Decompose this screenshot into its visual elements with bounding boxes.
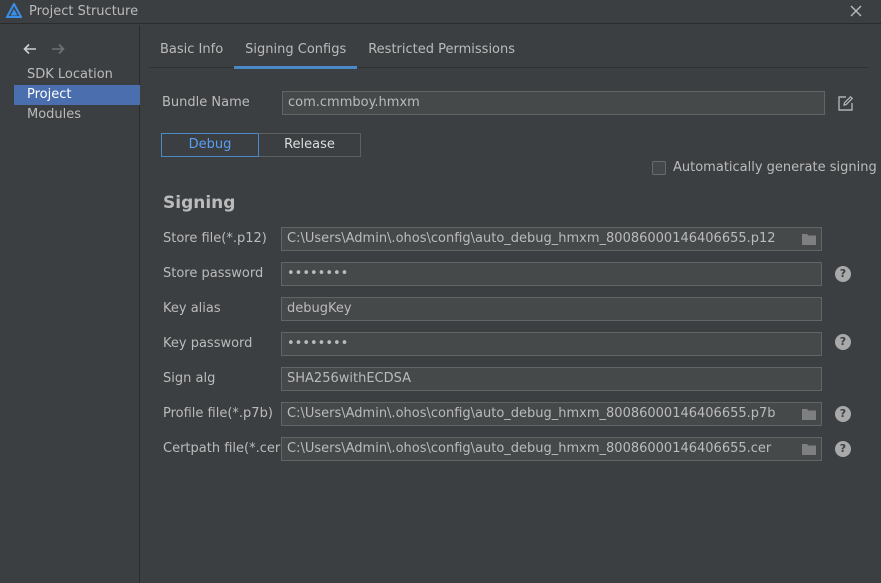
edit-icon[interactable] (837, 95, 854, 112)
sidebar-item-sdk-location[interactable]: SDK Location (14, 65, 140, 85)
store-file-field[interactable]: C:\Users\Admin\.ohos\config\auto_debug_h… (281, 227, 822, 251)
key-password-label: Key password (163, 336, 253, 351)
bundle-name-field[interactable]: com.cmmboy.hmxm (282, 91, 825, 115)
certpath-file-value: C:\Users\Admin\.ohos\config\auto_debug_h… (287, 441, 772, 456)
auto-generate-label: Automatically generate signing (673, 160, 877, 175)
certpath-file-field[interactable]: C:\Users\Admin\.ohos\config\auto_debug_h… (281, 437, 822, 461)
close-icon[interactable] (847, 2, 865, 20)
profile-file-value: C:\Users\Admin\.ohos\config\auto_debug_h… (287, 406, 776, 421)
bundle-name-label: Bundle Name (162, 95, 250, 110)
bundle-name-value: com.cmmboy.hmxm (288, 95, 420, 110)
main-content: Basic Info Signing Configs Restricted Pe… (141, 25, 881, 583)
tab-bar: Basic Info Signing Configs Restricted Pe… (149, 37, 869, 69)
store-password-help-icon[interactable]: ? (835, 266, 851, 282)
tab-basic-info[interactable]: Basic Info (149, 37, 234, 68)
auto-generate-checkbox[interactable] (652, 160, 666, 175)
back-arrow-icon[interactable] (22, 41, 38, 57)
forward-arrow-icon[interactable] (50, 41, 66, 57)
sidebar-list: SDK Location Project Modules (14, 65, 140, 125)
key-password-help-icon[interactable]: ? (835, 334, 851, 350)
folder-icon[interactable] (801, 442, 817, 456)
profile-file-field[interactable]: C:\Users\Admin\.ohos\config\auto_debug_h… (281, 402, 822, 426)
store-file-label: Store file(*.p12) (163, 231, 267, 246)
sidebar-item-project[interactable]: Project (14, 85, 140, 105)
tab-restricted-permissions[interactable]: Restricted Permissions (357, 37, 526, 68)
debug-button[interactable]: Debug (161, 133, 259, 157)
history-navigation (22, 41, 66, 57)
profile-file-label: Profile file(*.p7b) (163, 406, 273, 421)
store-password-label: Store password (163, 266, 264, 281)
folder-icon[interactable] (801, 407, 817, 421)
certpath-file-label: Certpath file(*.cer) (163, 441, 286, 456)
key-password-value: •••••••• (287, 336, 349, 351)
project-structure-dialog: Project Structure SDK Location Project M… (0, 0, 881, 583)
key-password-field[interactable]: •••••••• (281, 332, 822, 356)
auto-generate-signing[interactable]: Automatically generate signing (652, 160, 877, 175)
sign-alg-label: Sign alg (163, 371, 216, 386)
key-alias-label: Key alias (163, 301, 221, 316)
title-bar: Project Structure (0, 0, 881, 24)
sidebar-item-modules[interactable]: Modules (14, 105, 140, 125)
sidebar: SDK Location Project Modules (0, 25, 140, 583)
folder-icon[interactable] (801, 232, 817, 246)
tab-signing-configs[interactable]: Signing Configs (234, 37, 358, 69)
release-button[interactable]: Release (259, 133, 361, 157)
signing-section-title: Signing (163, 193, 236, 213)
profile-file-help-icon[interactable]: ? (835, 406, 851, 422)
sign-alg-value: SHA256withECDSA (287, 371, 412, 386)
sign-alg-field[interactable]: SHA256withECDSA (281, 367, 822, 391)
store-password-value: •••••••• (287, 266, 349, 281)
window-title: Project Structure (29, 4, 139, 19)
store-password-field[interactable]: •••••••• (281, 262, 822, 286)
certpath-file-help-icon[interactable]: ? (835, 441, 851, 457)
build-type-selector: Debug Release (161, 133, 361, 157)
store-file-value: C:\Users\Admin\.ohos\config\auto_debug_h… (287, 231, 776, 246)
key-alias-field[interactable]: debugKey (281, 297, 822, 321)
app-logo-icon (6, 3, 22, 18)
key-alias-value: debugKey (287, 301, 352, 316)
